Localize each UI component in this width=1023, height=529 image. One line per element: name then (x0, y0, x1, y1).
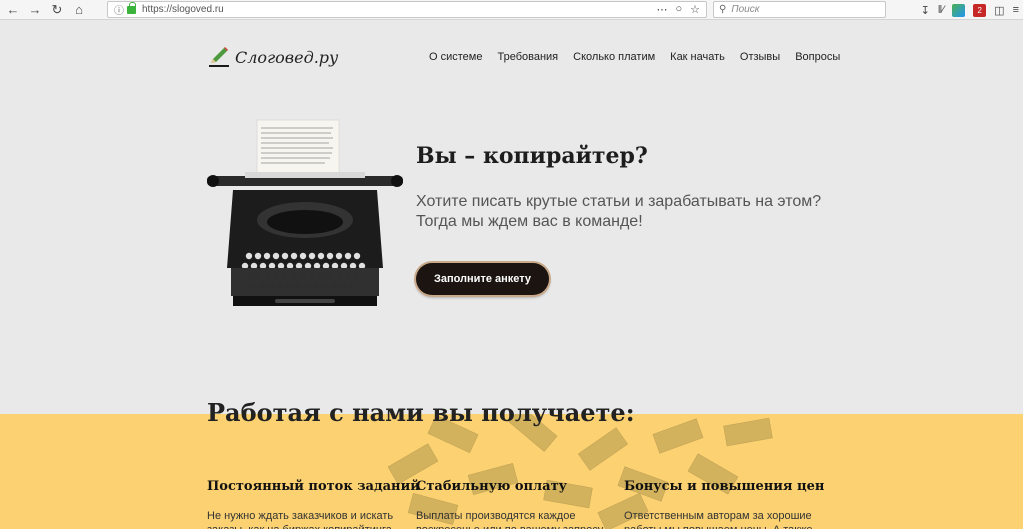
download-icon[interactable]: ↧ (921, 4, 930, 17)
adblock-icon[interactable]: 2 (973, 3, 987, 17)
nav-item-start[interactable]: Как начать (670, 51, 725, 63)
benefit-text-2: Выплаты производятся каждое воскресенье … (416, 510, 603, 529)
benefit-title-2: Стабильную оплату (416, 479, 567, 494)
benefit-title-3: Бонусы и повышения цен (624, 479, 825, 494)
bookmark-star-icon[interactable]: ☆ (690, 3, 700, 16)
sidebar-icon[interactable]: ◫ (994, 4, 1004, 17)
site-logo[interactable]: Слоговед.ру (207, 45, 338, 69)
benefit-text-3: Ответственным авторам за хорошие работы … (624, 510, 813, 529)
extension-badge: 2 (977, 5, 982, 15)
pencil-icon (209, 47, 229, 67)
site-nav: О системе Требования Сколько платим Как … (429, 51, 855, 63)
nav-item-reviews[interactable]: Отзывы (740, 51, 780, 63)
nav-item-about[interactable]: О системе (429, 51, 482, 63)
hero-subtitle-line-1: Хотите писать крутые статьи и зарабатыва… (416, 193, 822, 210)
extension-icon[interactable] (952, 3, 966, 17)
library-icon[interactable]: ‖⁄ (938, 4, 944, 16)
menu-icon[interactable]: ≡ (1013, 4, 1019, 16)
home-icon[interactable]: ⌂ (70, 1, 88, 19)
forward-icon[interactable]: → (26, 1, 44, 19)
logo-text: Слоговед.ру (235, 47, 339, 67)
search-placeholder: Поиск (731, 4, 760, 15)
info-icon[interactable]: ⓘ (114, 2, 124, 17)
fill-form-button[interactable]: Заполните анкету (416, 263, 549, 295)
benefits-title: Работая с нами вы получаете: (207, 398, 635, 427)
reload-icon[interactable]: ↻ (48, 1, 66, 19)
nav-item-faq[interactable]: Вопросы (795, 51, 840, 63)
search-icon: ⚲ (719, 4, 727, 15)
benefit-text-1: Не нужно ждать заказчиков и искать заказ… (207, 510, 395, 529)
address-bar[interactable]: ⓘ https://slogoved.ru ⋯ ○ ☆ (107, 1, 707, 18)
browser-toolbar: ← → ↻ ⌂ ⓘ https://slogoved.ru ⋯ ○ ☆ ⚲ По… (0, 0, 1023, 20)
typewriter-image (207, 119, 403, 306)
hero-title: Вы – копирайтер? (416, 143, 648, 169)
more-icon[interactable]: ⋯ (656, 3, 667, 16)
pocket-icon[interactable]: ○ (675, 3, 682, 16)
benefit-title-1: Постоянный поток заданий (207, 479, 420, 494)
nav-item-requirements[interactable]: Требования (497, 51, 558, 63)
url-text: https://slogoved.ru (142, 4, 224, 15)
hero-subtitle-line-2: Тогда мы ждем вас в команде! (416, 213, 643, 230)
lock-icon (127, 1, 136, 14)
search-input[interactable]: ⚲ Поиск (713, 1, 886, 18)
back-icon[interactable]: ← (4, 1, 22, 19)
nav-item-pay[interactable]: Сколько платим (573, 51, 655, 63)
hero-subtitle: Хотите писать крутые статьи и зарабатыва… (416, 192, 836, 232)
